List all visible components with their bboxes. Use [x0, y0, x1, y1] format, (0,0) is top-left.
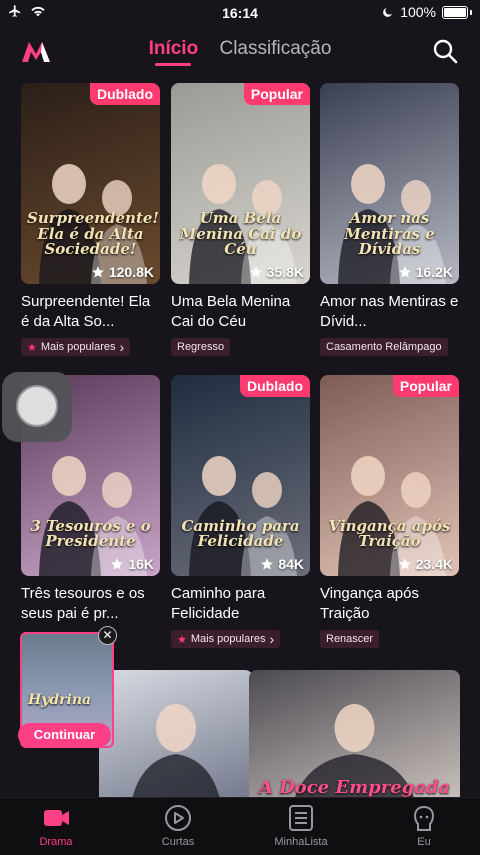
tag-star-icon: ★ [27, 341, 37, 354]
drama-card[interactable]: Caminho para Felicidade Dublado 84K Caminho… [171, 375, 310, 648]
drama-card[interactable]: Surpreendente! Ela é da Alta Sociedade! D… [21, 83, 160, 356]
view-count: 84K [260, 556, 304, 572]
genre-tag-label: Casamento Relâmpago [326, 341, 442, 353]
nav-eu-label: Eu [417, 836, 431, 848]
assistive-touch-inner [16, 385, 58, 427]
tag-star-icon: ★ [177, 633, 187, 646]
search-icon[interactable] [432, 38, 458, 64]
drama-icon [44, 810, 69, 826]
genre-tag[interactable]: ★ Mais populares › [171, 630, 281, 648]
bottom-nav: Drama Curtas MinhaLista Eu [0, 797, 480, 855]
drama-poster[interactable]: Caminho para Felicidade Dublado 84K [171, 375, 310, 576]
tab-classificacao[interactable]: Classificação [219, 38, 331, 66]
nav-curtas[interactable]: Curtas [130, 804, 226, 848]
view-count: 35.8K [249, 264, 304, 280]
poster-title-art: Surpreendente! Ela é da Alta Sociedade! [27, 208, 160, 259]
drama-poster[interactable] [99, 670, 253, 810]
genre-tag[interactable]: Renascer [320, 630, 380, 648]
drama-poster[interactable]: A Doce Empregada [249, 670, 460, 810]
drama-card[interactable]: Vingança após Traição Popular 23.4K Vinganç… [320, 375, 459, 648]
drama-title[interactable]: Três tesouros e os seus pai é pr... [21, 584, 160, 624]
drama-poster[interactable]: Amor nas Mentiras e Dívidas 16.2K [320, 83, 459, 284]
profile-icon [413, 805, 435, 831]
poster-title-art: Amor nas Mentiras e Dívidas [344, 208, 435, 259]
battery-icon [442, 5, 468, 19]
drama-card[interactable]: Amor nas Mentiras e Dívidas 16.2K Amor nas… [320, 83, 459, 356]
card-badge: Popular [243, 83, 310, 105]
poster-title-art: Vingança após Traição [328, 516, 451, 551]
drama-title[interactable]: Surpreendente! Ela é da Alta So... [21, 292, 160, 332]
drama-title[interactable]: Caminho para Felicidade [171, 584, 310, 624]
star-icon [398, 266, 411, 278]
genre-tag-label: Mais populares [40, 341, 116, 353]
poster-title-art: A Doce Empregada [258, 777, 451, 799]
poster-title-art: Caminho para Felicidade [181, 516, 300, 551]
mini-player-close-icon[interactable]: ✕ [98, 626, 117, 645]
assistive-touch-button[interactable] [2, 372, 72, 442]
genre-tag-label: Regresso [177, 341, 225, 353]
nav-drama-label: Drama [39, 836, 73, 848]
chevron-right-icon: › [269, 631, 275, 647]
genre-tag[interactable]: Casamento Relâmpago [320, 338, 448, 356]
nav-eu[interactable]: Eu [376, 804, 472, 848]
top-nav: Início Classificação [0, 26, 480, 74]
mini-player-title: Hydrina [28, 692, 92, 708]
view-count-value: 84K [278, 556, 304, 572]
list-icon [289, 805, 313, 831]
tab-inicio[interactable]: Início [149, 38, 199, 66]
tab-bar: Início Classificação [0, 38, 480, 66]
play-circle-icon [165, 805, 191, 831]
view-count: 23.4K [398, 556, 453, 572]
chevron-right-icon: › [119, 339, 125, 355]
genre-tag[interactable]: ★ Mais populares › [21, 338, 131, 356]
drama-title[interactable]: Amor nas Mentiras e Dívid... [320, 292, 459, 332]
star-icon [398, 558, 411, 570]
drama-title[interactable]: Uma Bela Menina Cai do Céu [171, 292, 310, 332]
moon-icon [383, 8, 393, 17]
genre-tag-label: Mais populares [190, 633, 266, 645]
star-icon [92, 266, 104, 278]
star-icon [261, 558, 274, 570]
nav-curtas-label: Curtas [161, 836, 195, 848]
view-count-value: 120.8K [108, 264, 154, 280]
continue-button[interactable]: Continuar [18, 723, 111, 747]
view-count-value: 16K [128, 556, 154, 572]
drama-poster[interactable]: Vingança após Traição Popular 23.4K [320, 375, 459, 576]
view-count-value: 35.8K [266, 264, 304, 280]
view-count-value: 16.2K [415, 264, 453, 280]
card-badge: Popular [392, 375, 459, 397]
status-right: 100% [382, 4, 472, 20]
star-icon [111, 558, 124, 570]
view-count: 120.8K [91, 264, 154, 280]
genre-tag-label: Renascer [326, 633, 374, 645]
poster-title-art: 3 Tesouros e o Presidente [30, 516, 151, 551]
drama-title[interactable]: Vingança após Traição [320, 584, 459, 624]
nav-minhalista[interactable]: MinhaLista [253, 804, 349, 848]
status-bar: 16:14 100% [0, 0, 480, 26]
nav-drama[interactable]: Drama [8, 804, 104, 848]
poster-title-art: Uma Bela Menina Cai do Céu [179, 208, 302, 259]
view-count: 16K [110, 556, 154, 572]
battery-percent: 100% [400, 4, 436, 20]
drama-poster[interactable]: Surpreendente! Ela é da Alta Sociedade! D… [21, 83, 160, 284]
card-badge: Dublado [240, 375, 310, 397]
view-count: 16.2K [398, 264, 453, 280]
drama-card[interactable]: Uma Bela Menina Cai do Céu Popular 35.8K Um… [171, 83, 310, 356]
nav-minhalista-label: MinhaLista [274, 836, 328, 848]
card-badge: Dublado [90, 83, 160, 105]
view-count-value: 23.4K [415, 556, 453, 572]
drama-poster[interactable]: Uma Bela Menina Cai do Céu Popular 35.8K [171, 83, 310, 284]
battery-nub [470, 9, 472, 15]
star-icon [249, 266, 262, 278]
genre-tag[interactable]: Regresso [171, 338, 231, 356]
